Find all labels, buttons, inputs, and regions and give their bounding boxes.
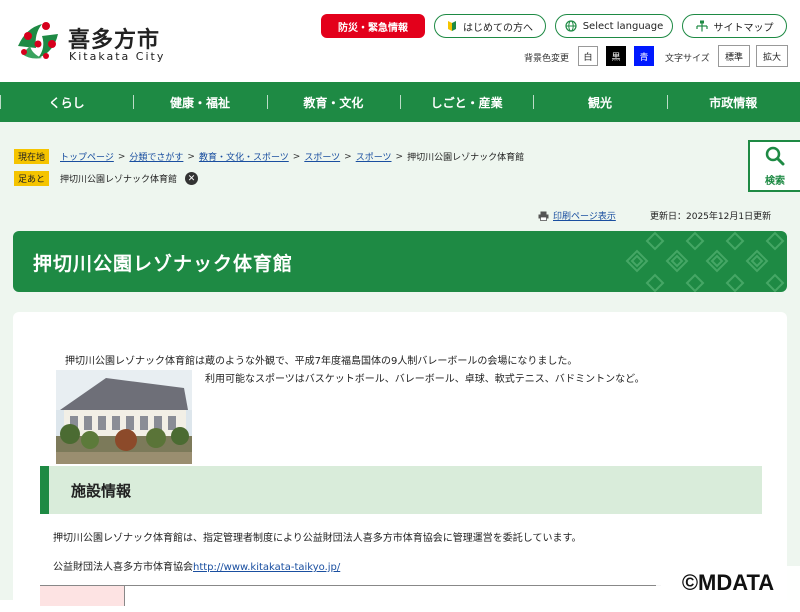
breadcrumb-link-sports[interactable]: スポーツ xyxy=(304,150,340,163)
breadcrumb-separator: > xyxy=(344,151,352,162)
nav-item-education-culture[interactable]: 教育・文化 xyxy=(266,82,400,122)
info-table-header-cell xyxy=(40,586,125,606)
bg-white-button[interactable]: 白 xyxy=(578,46,598,66)
nav-item-health-welfare[interactable]: 健康・福祉 xyxy=(133,82,266,122)
emergency-info-button[interactable]: 防災・緊急情報 xyxy=(321,14,425,38)
sports-text: 利用可能なスポーツはバスケットボール、バレーボール、卓球、軟式テニス、バドミント… xyxy=(205,374,645,385)
management-text: 押切川公園レゾナック体育館は、指定管理者制度により公益財団法人喜多方市体育協会に… xyxy=(53,533,582,544)
print-label: 印刷ページ表示 xyxy=(553,212,616,222)
facility-info-section: 施設情報 xyxy=(40,466,762,514)
nav-item-work-industry[interactable]: しごと・産業 xyxy=(399,82,533,122)
breadcrumb-link-education-sports[interactable]: 教育・文化・スポーツ xyxy=(199,150,289,163)
sitemap-label: サイトマップ xyxy=(713,22,774,34)
search-icon xyxy=(765,146,785,170)
current-location-tag: 現在地 xyxy=(14,149,50,164)
font-size-label: 文字サイズ xyxy=(665,54,710,64)
font-large-button[interactable]: 拡大 xyxy=(756,45,788,67)
font-standard-button[interactable]: 標準 xyxy=(718,45,750,67)
page-title: 押切川公園レゾナック体育館 xyxy=(33,253,294,275)
close-icon[interactable]: ✕ xyxy=(185,172,199,185)
globe-icon xyxy=(565,20,577,32)
history-tag: 足あと xyxy=(14,171,50,186)
breadcrumb-link-category[interactable]: 分類でさがす xyxy=(129,150,183,163)
city-logo-icon[interactable] xyxy=(12,14,64,66)
page-title-band: 押切川公園レゾナック体育館 xyxy=(13,231,787,292)
first-time-visitors-button[interactable]: はじめての方へ xyxy=(434,14,546,38)
history-trail: 押切川公園レゾナック体育館 ✕ xyxy=(60,172,199,185)
section-title: 施設情報 xyxy=(71,482,132,500)
first-time-label: はじめての方へ xyxy=(463,22,533,34)
global-nav: くらし 健康・福祉 教育・文化 しごと・産業 観光 市政情報 xyxy=(0,82,800,122)
sitemap-button[interactable]: サイトマップ xyxy=(682,14,787,38)
breadcrumb-separator: > xyxy=(187,151,195,162)
gymnasium-photo xyxy=(56,370,192,464)
breadcrumb-link-top[interactable]: トップページ xyxy=(60,150,114,163)
emergency-label: 防災・緊急情報 xyxy=(338,22,408,34)
breadcrumb-current: 押切川公園レゾナック体育館 xyxy=(407,153,525,163)
breadcrumb-separator: > xyxy=(117,151,126,162)
language-label: Select language xyxy=(582,20,664,32)
breadcrumb: トップページ > 分類でさがす > 教育・文化・スポーツ > スポーツ > スポーツ > … xyxy=(60,150,525,164)
sitemap-icon xyxy=(695,20,708,32)
beginner-mark-icon xyxy=(447,20,457,32)
nav-item-tourism[interactable]: 観光 xyxy=(533,82,666,122)
updated-date: 更新日：2025年12月1日更新 xyxy=(650,212,772,222)
search-button[interactable]: 検索 xyxy=(748,140,800,192)
select-language-button[interactable]: Select language xyxy=(555,14,673,38)
intro-text: 押切川公園レゾナック体育館は蔵のような外観で、平成7年度福島国体の9人制バレーボ… xyxy=(65,356,578,367)
nav-item-city-info[interactable]: 市政情報 xyxy=(666,82,800,122)
bg-blue-button[interactable]: 青 xyxy=(634,46,654,66)
decorative-pattern-icon xyxy=(625,231,785,292)
association-text: 公益財団法人喜多方市体育協会http://www.kitakata-taikyo… xyxy=(53,558,340,573)
print-page-link[interactable]: 印刷ページ表示 xyxy=(538,209,616,222)
printer-icon xyxy=(538,211,549,221)
bg-color-label: 背景色変更 xyxy=(524,54,570,64)
association-name: 公益財団法人喜多方市体育協会 xyxy=(53,562,193,573)
breadcrumb-separator: > xyxy=(292,151,301,162)
bg-black-button[interactable]: 黒 xyxy=(606,46,626,66)
search-label: 検索 xyxy=(765,175,785,187)
info-table xyxy=(40,585,661,606)
logo-subtitle: Kitakata City xyxy=(69,50,166,63)
association-link[interactable]: http://www.kitakata-taikyo.jp/ xyxy=(193,562,340,573)
copyright-watermark: ©MDATA xyxy=(656,566,800,600)
site-header: 喜多方市 Kitakata City 防災・緊急情報 はじめての方へ Selec… xyxy=(0,0,800,82)
breadcrumb-link-sports-2[interactable]: スポーツ xyxy=(356,150,392,163)
breadcrumb-separator: > xyxy=(395,151,404,162)
nav-item-living[interactable]: くらし xyxy=(0,82,133,122)
history-item[interactable]: 押切川公園レゾナック体育館 xyxy=(60,172,177,185)
